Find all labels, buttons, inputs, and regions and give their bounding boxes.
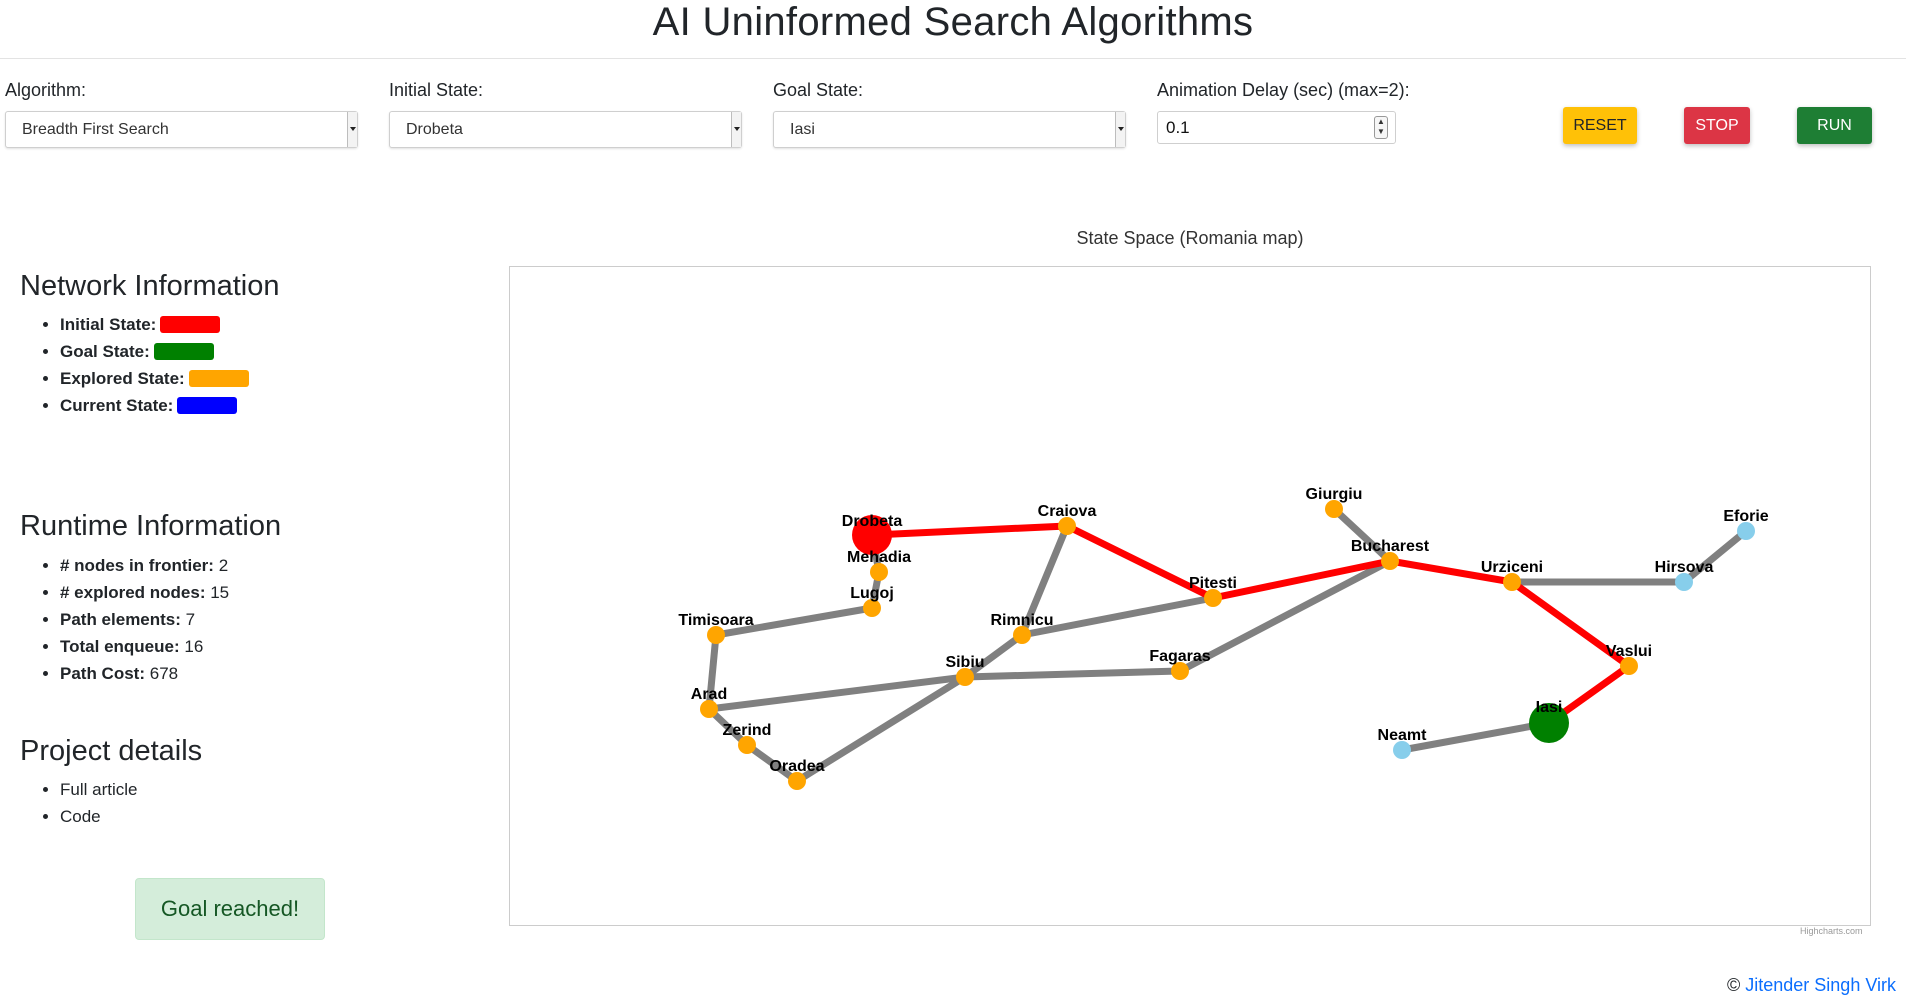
footer: © Jitender Singh Virk (1727, 975, 1896, 996)
node-label-eforie: Eforie (1723, 508, 1768, 525)
node-label-pitesti: Pitesti (1189, 575, 1237, 592)
node-label-hirsova: Hirsova (1655, 559, 1714, 576)
node-label-iasi: Iasi (1536, 699, 1563, 716)
node-label-neamt: Neamt (1378, 727, 1428, 744)
edge-sibiu-fagaras (961, 667, 1184, 681)
node-label-mehadia: Mehadia (847, 549, 911, 566)
copyright-symbol: © (1726, 975, 1741, 995)
author-link[interactable]: Jitender Singh Virk (1745, 975, 1896, 995)
nodes-layer: Drobeta Mehadia Lugoj Timisoara Arad Zerind Or… (678, 486, 1769, 790)
node-label-vaslui: Vaslui (1606, 643, 1652, 660)
node-label-arad: Arad (691, 686, 727, 703)
node-label-craiova: Craiova (1038, 503, 1097, 520)
node-label-timisoara: Timisoara (678, 612, 753, 629)
node-label-giurgiu: Giurgiu (1306, 486, 1363, 503)
node-label-lugoj: Lugoj (850, 585, 894, 602)
node-label-rimnicu: Rimnicu (990, 612, 1053, 629)
romania-map-graph: Drobeta Mehadia Lugoj Timisoara Arad Zerind Or… (678, 486, 1769, 790)
edge-pitesti-bucharest (1209, 557, 1394, 602)
node-label-fagaras: Fagaras (1149, 648, 1210, 665)
node-label-urziceni: Urziceni (1481, 559, 1543, 576)
node-label-oradea: Oradea (769, 758, 824, 775)
node-label-sibiu: Sibiu (945, 654, 984, 671)
node-label-drobeta: Drobeta (842, 513, 903, 530)
node-label-bucharest: Bucharest (1351, 538, 1430, 555)
node-label-zerind: Zerind (723, 722, 772, 739)
